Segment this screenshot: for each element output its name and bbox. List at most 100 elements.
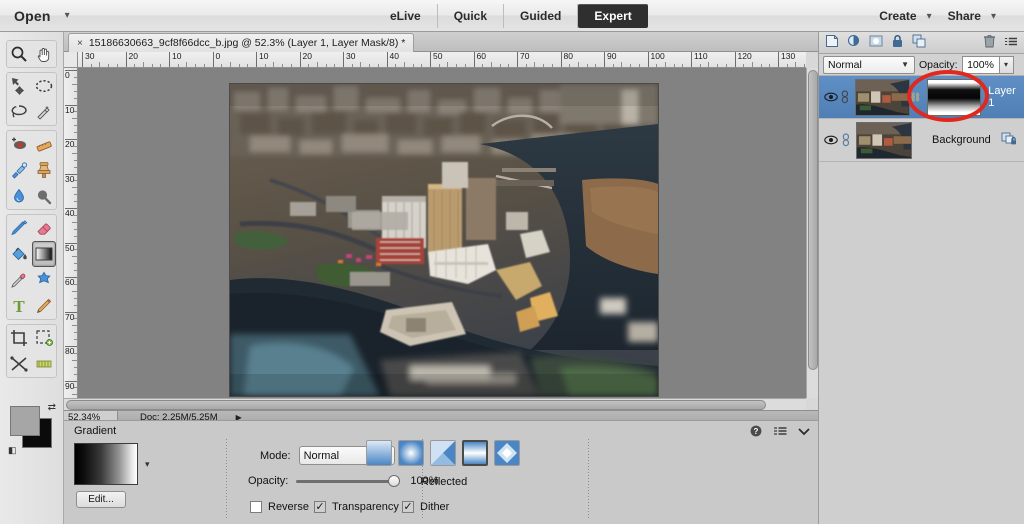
share-button[interactable]: Share (948, 9, 981, 23)
vertical-ruler[interactable]: 0 10 20 30 40 50 60 70 80 90 (64, 68, 78, 398)
cookie-cutter-tool[interactable] (32, 325, 57, 351)
chevron-down-icon[interactable]: ▼ (901, 60, 909, 69)
layer-name[interactable]: Background (932, 134, 991, 146)
reflected-gradient-type[interactable] (462, 440, 488, 466)
tab-guided[interactable]: Guided (504, 4, 579, 28)
diamond-gradient-type[interactable] (494, 440, 520, 466)
layer-opacity-stepper[interactable]: ▾ (999, 55, 1014, 74)
panel-menu-icon[interactable] (773, 426, 787, 440)
brush-tool[interactable] (7, 215, 32, 241)
ruler-minor-tick (74, 166, 77, 168)
trash-icon[interactable] (983, 34, 996, 51)
lock-icon[interactable] (891, 34, 904, 51)
pencil-tool[interactable] (32, 293, 57, 319)
horizontal-ruler[interactable]: 30 20 10 0 10 20 30 40 50 60 70 80 90 100 110 120 130 (78, 52, 806, 68)
eraser-tool[interactable] (32, 215, 57, 241)
ruler-minor-tick (72, 359, 77, 361)
open-dropdown-caret[interactable]: ▾ (65, 10, 70, 21)
gradient-type-buttons (366, 440, 520, 466)
lasso-tool[interactable] (7, 99, 32, 125)
marquee-select-tool[interactable] (32, 73, 57, 99)
layer-thumbnail[interactable] (855, 78, 910, 116)
layer-thumbnail[interactable] (856, 121, 912, 159)
paint-bucket-tool[interactable] (7, 241, 32, 267)
linear-gradient-type[interactable] (366, 440, 392, 466)
red-eye-removal-tool[interactable] (7, 131, 32, 157)
crop-tool[interactable] (7, 325, 32, 351)
panel-menu-icon[interactable] (1004, 36, 1018, 50)
layer-name[interactable]: Layer 1 (988, 85, 1024, 109)
new-layer-icon[interactable] (825, 34, 839, 51)
reverse-checkbox-row[interactable]: Reverse (250, 501, 309, 513)
canvas-area[interactable] (78, 68, 806, 398)
ruler-minor-tick (769, 64, 771, 67)
default-colors-icon[interactable]: ◧ (8, 445, 17, 456)
straighten-tool[interactable] (32, 131, 57, 157)
scrollbar-thumb[interactable] (66, 400, 766, 410)
dodge-burn-tool[interactable] (32, 183, 57, 209)
zoom-tool[interactable] (7, 41, 32, 67)
spot-healing-brush-tool[interactable] (7, 157, 32, 183)
link-icon[interactable] (839, 90, 853, 104)
eye-icon[interactable] (823, 135, 839, 145)
duplicate-layer-icon[interactable] (912, 34, 927, 51)
clone-stamp-tool[interactable] (32, 157, 57, 183)
help-icon[interactable]: ? (750, 425, 762, 440)
reverse-checkbox[interactable] (250, 501, 262, 513)
custom-shape-tool[interactable] (32, 267, 57, 293)
color-swatches[interactable]: ⇄ ◧ (8, 402, 56, 456)
quick-selection-tool[interactable] (32, 99, 57, 125)
ruler-minor-tick (195, 64, 197, 67)
close-icon[interactable]: × (77, 38, 83, 49)
recompose-tool[interactable] (7, 351, 32, 377)
document-image-aerial-city[interactable] (230, 84, 658, 396)
create-dropdown-caret[interactable]: ▾ (927, 11, 932, 22)
radial-gradient-type[interactable] (398, 440, 424, 466)
ruler-minor-tick (490, 62, 492, 67)
content-aware-move-tool[interactable] (32, 351, 57, 377)
eyedropper-tool[interactable] (7, 267, 32, 293)
move-tool[interactable] (7, 73, 32, 99)
swap-colors-icon[interactable]: ⇄ (48, 402, 56, 413)
blend-mode-select[interactable]: Normal ▼ (823, 55, 915, 74)
scrollbar-thumb[interactable] (808, 70, 818, 370)
ruler-minor-tick (282, 64, 284, 67)
chevron-down-icon[interactable]: ▾ (145, 459, 150, 470)
open-button[interactable]: Open (14, 8, 51, 24)
tab-quick[interactable]: Quick (438, 4, 505, 28)
blur-tool[interactable] (7, 183, 32, 209)
svg-text:T: T (14, 297, 26, 316)
ruler-tick: 40 (386, 52, 399, 67)
layer-row-background[interactable]: Background (819, 119, 1024, 162)
adjustment-layer-icon[interactable] (847, 34, 861, 51)
ruler-minor-tick (134, 64, 136, 67)
gradient-type-label: Reflected (420, 476, 468, 488)
eye-icon[interactable] (823, 92, 839, 102)
gradient-tool[interactable] (31, 241, 56, 267)
layer-row-layer-1[interactable]: ⛓ Layer 1 (819, 76, 1024, 119)
hand-tool[interactable] (32, 41, 57, 67)
edit-gradient-button[interactable]: Edit... (76, 491, 126, 508)
dither-checkbox[interactable] (402, 501, 414, 513)
dither-checkbox-row[interactable]: Dither (402, 501, 449, 513)
transparency-checkbox[interactable] (314, 501, 326, 513)
layer-mask-icon[interactable] (869, 34, 883, 51)
link-icon[interactable] (839, 133, 853, 147)
canvas-horizontal-scrollbar[interactable] (64, 398, 806, 410)
share-dropdown-caret[interactable]: ▾ (991, 11, 996, 22)
ruler-minor-tick (534, 62, 536, 67)
layer-opacity-field[interactable]: 100% (961, 55, 1000, 74)
tab-expert[interactable]: Expert (578, 4, 648, 28)
tab-elive[interactable]: eLive (374, 4, 438, 28)
layer-mask-thumbnail[interactable] (926, 78, 982, 116)
foreground-color-swatch[interactable] (10, 406, 40, 436)
document-tab[interactable]: × 15186630663_9cf8f66dcc_b.jpg @ 52.3% (… (68, 33, 415, 52)
collapse-panel-icon[interactable] (798, 427, 810, 439)
mask-link-icon[interactable]: ⛓ (910, 92, 921, 103)
canvas-vertical-scrollbar[interactable] (806, 68, 818, 398)
gradient-preview-swatch[interactable] (74, 443, 138, 485)
create-button[interactable]: Create (879, 9, 916, 23)
transparency-checkbox-row[interactable]: Transparency (314, 501, 399, 513)
angle-gradient-type[interactable] (430, 440, 456, 466)
type-tool[interactable]: T (7, 293, 32, 319)
